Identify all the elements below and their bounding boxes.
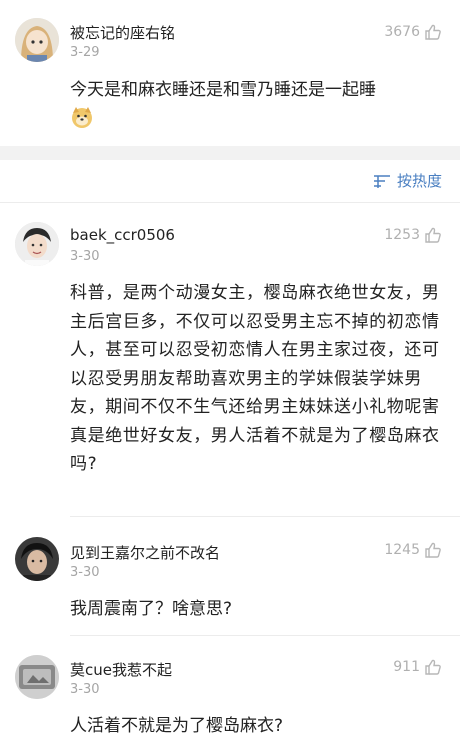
divider: [70, 516, 460, 517]
like-button[interactable]: 1245: [384, 541, 442, 559]
comment-text: 今天是和麻衣睡还是和雪乃睡还是一起睡: [70, 76, 442, 105]
like-button[interactable]: 3676: [384, 23, 442, 41]
divider: [70, 635, 460, 636]
avatar[interactable]: [15, 222, 59, 266]
like-count: 911: [393, 659, 420, 675]
like-button[interactable]: 911: [393, 658, 442, 676]
sort-button[interactable]: 按热度: [373, 170, 442, 191]
comment-text: 科普，是两个动漫女主，樱岛麻衣绝世女友，男主后宫巨多，不仅可以忍受男主忘不掉的初…: [70, 283, 440, 474]
sort-icon: [373, 174, 390, 188]
divider: [0, 202, 460, 203]
thumbs-up-icon: [425, 227, 441, 243]
comment-date: 3-30: [70, 682, 100, 697]
username[interactable]: 莫cue我惹不起: [70, 659, 172, 680]
comment-date: 3-30: [70, 249, 100, 264]
like-count: 3676: [384, 24, 420, 40]
thumbs-up-icon: [425, 542, 441, 558]
comment-date: 3-29: [70, 45, 100, 60]
avatar[interactable]: [15, 655, 59, 699]
like-count: 1253: [384, 227, 420, 243]
avatar[interactable]: [15, 18, 59, 62]
section-separator: [0, 146, 460, 160]
doge-emoji: [70, 105, 94, 129]
avatar[interactable]: [15, 537, 59, 581]
like-count: 1245: [384, 542, 420, 558]
username[interactable]: 被忘记的座右铭: [70, 22, 175, 43]
username[interactable]: baek_ccr0506: [70, 226, 175, 244]
like-button[interactable]: 1253: [384, 226, 442, 244]
comment-text-content: 今天是和麻衣睡还是和雪乃睡还是一起睡: [70, 80, 376, 100]
comment-date: 3-30: [70, 565, 100, 580]
sort-label: 按热度: [396, 172, 442, 190]
thumbs-up-icon: [425, 659, 441, 675]
comment-text: 我周震南了？啥意思?: [70, 599, 233, 619]
thumbs-up-icon: [425, 24, 441, 40]
comment-text: 人活着不就是为了樱岛麻衣?: [70, 716, 284, 736]
username[interactable]: 见到王嘉尔之前不改名: [70, 542, 220, 563]
